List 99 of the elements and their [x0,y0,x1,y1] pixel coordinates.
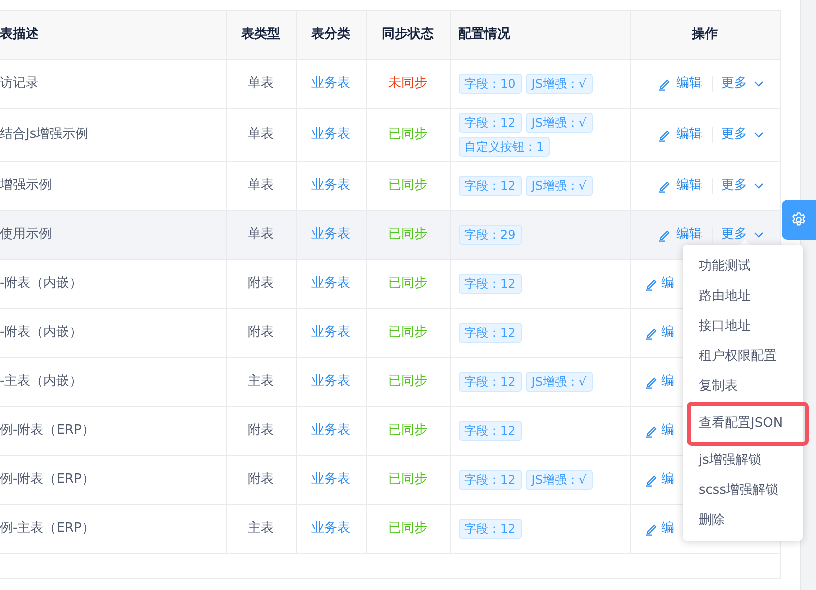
edit-icon [658,77,670,91]
sync-status: 已同步 [388,423,428,438]
chevron-icon [754,132,764,138]
config-tag: 字段：29 [458,225,522,245]
table-cell: 单表 [226,108,296,162]
table-cell: 主表 [226,358,296,406]
edit-icon [644,424,658,438]
chevron-icon [754,183,764,189]
table-cell: 主表 [226,504,296,554]
config-tag: JS增强：√ [526,176,593,196]
edit-link[interactable]: 编辑 [658,74,702,94]
config-tag: 字段：12 [458,323,522,343]
sync-status: 已同步 [388,276,428,292]
table-cell: -附表（内嵌） [0,260,226,308]
config-tag: JS增强：√ [526,113,593,133]
config-tag: 字段：12 [458,113,522,133]
edit-link[interactable]: 编辑 [658,125,702,145]
menu-item[interactable]: scss增强解锁 [683,476,803,506]
category-link[interactable]: 业务表 [312,423,350,438]
config-tag: 字段：12 [458,274,522,294]
table-cell: 单表 [226,60,296,108]
sync-status: 已同步 [388,472,428,488]
settings-button[interactable] [782,200,816,240]
chevron-icon [754,232,764,238]
edit-link[interactable]: 编辑 [658,225,702,245]
menu-item[interactable]: js增强解锁 [683,446,803,476]
column-header: 同步状态 [366,10,450,60]
category-link[interactable]: 业务表 [312,325,350,340]
config-tag: 字段：12 [458,421,522,441]
edit-link[interactable]: 编 [644,323,674,343]
category-link[interactable]: 业务表 [312,127,350,142]
table-cell: 附表 [226,406,296,456]
more-dropdown[interactable]: 更多 [722,176,764,196]
category-link[interactable]: 业务表 [312,374,350,390]
sync-status: 已同步 [388,325,428,340]
menu-item[interactable]: 查看配置JSON [687,402,809,446]
config-tag: 字段：12 [458,470,522,490]
category-link[interactable]: 业务表 [312,521,350,536]
table-cell: 附表 [226,456,296,504]
table-cell: 单表 [226,210,296,260]
menu-item[interactable]: 接口地址 [683,312,803,342]
category-link[interactable]: 业务表 [312,472,350,488]
category-link[interactable]: 业务表 [312,227,350,242]
config-tag: 字段：12 [458,176,522,196]
edit-link[interactable]: 编 [644,519,674,539]
edit-link[interactable]: 编 [644,421,674,441]
table-cell: 例-附表（ERP） [0,456,226,504]
sync-status: 已同步 [388,227,428,242]
edit-icon [644,375,658,389]
column-header: 表类型 [226,10,296,60]
edit-icon [644,326,658,340]
edit-icon [658,128,670,142]
menu-item[interactable]: 复制表 [683,372,803,402]
table-cell: -附表（内嵌） [0,308,226,358]
table-cell: 例-附表（ERP） [0,406,226,456]
table-cell: 结合Js增强示例 [0,108,226,162]
table-cell: 附表 [226,260,296,308]
edit-link[interactable]: 编 [644,372,674,392]
edit-icon [644,277,658,291]
table-cell: 使用示例 [0,210,226,260]
more-dropdown[interactable]: 更多 [722,74,764,94]
config-tag: 字段：10 [458,74,522,94]
menu-item[interactable]: 功能测试 [683,252,803,282]
sync-status: 未同步 [388,76,428,92]
table-cell: 附表 [226,308,296,358]
edit-link[interactable]: 编 [644,274,674,294]
config-tag: 自定义按钮：1 [458,137,550,157]
table-cell: 例-主表（ERP） [0,504,226,554]
edit-icon [644,473,658,487]
config-tag: JS增强：√ [526,470,593,490]
edit-link[interactable]: 编 [644,470,674,490]
edit-icon [658,228,670,242]
settings-icon [791,212,807,228]
config-tag: JS增强：√ [526,372,593,392]
menu-item[interactable]: 租户权限配置 [683,342,803,372]
sync-status: 已同步 [388,521,428,536]
column-header: 表描述 [0,10,226,60]
config-tag: JS增强：√ [526,74,593,94]
sync-status: 已同步 [388,127,428,142]
table-cell: 访记录 [0,60,226,108]
config-tag: 字段：12 [458,519,522,539]
chevron-icon [754,81,764,87]
sync-status: 已同步 [388,178,428,194]
category-link[interactable]: 业务表 [312,76,350,92]
config-tag: 字段：12 [458,372,522,392]
more-dropdown[interactable]: 更多 [722,125,764,145]
edit-link[interactable]: 编辑 [658,176,702,196]
column-header: 操作 [630,10,780,60]
table-cell: -主表（内嵌） [0,358,226,406]
edit-icon [644,522,658,536]
edit-icon [658,179,670,193]
sync-status: 已同步 [388,374,428,390]
more-dropdown[interactable]: 更多 [722,225,764,245]
column-header: 表分类 [296,10,366,60]
category-link[interactable]: 业务表 [312,178,350,194]
category-link[interactable]: 业务表 [312,276,350,292]
column-header: 配置情况 [450,10,630,60]
menu-item[interactable]: 删除 [683,506,803,536]
menu-item[interactable]: 路由地址 [683,282,803,312]
